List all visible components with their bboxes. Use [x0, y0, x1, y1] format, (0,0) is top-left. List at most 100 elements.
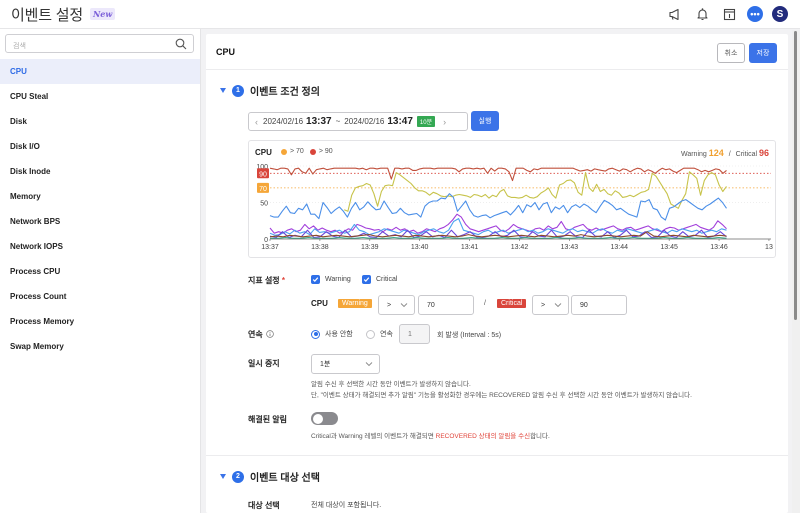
- caret-down-icon[interactable]: [220, 88, 226, 93]
- checkbox-checked-icon[interactable]: [311, 275, 320, 284]
- x-tick-label: 13: [765, 244, 773, 251]
- resolved-alert-help: Critical과 Warning 레벨의 이벤트가 해결되면 RECOVERE…: [311, 430, 550, 440]
- metric-nav: CPU CPU Steal Disk Disk I/O Disk Inode M…: [0, 59, 200, 359]
- critical-count: 96: [758, 148, 769, 158]
- chart-stats: Warning 124 / Critical 96: [681, 148, 769, 158]
- x-tick-label: 13:39: [361, 244, 379, 251]
- save-button[interactable]: 저장: [749, 43, 777, 63]
- sidebar-item-disk[interactable]: Disk: [0, 109, 200, 134]
- x-tick-label: 13:43: [561, 244, 579, 251]
- consecutive-on-label: 연속: [380, 331, 393, 338]
- duration-badge: 10분: [416, 116, 436, 127]
- cancel-button[interactable]: 취소: [717, 43, 745, 63]
- stats-separator: /: [728, 151, 731, 158]
- end-date: 2024/02/16: [344, 117, 385, 126]
- x-tick-label: 13:37: [261, 244, 279, 251]
- search-input[interactable]: [6, 38, 166, 55]
- consecutive-on-radio[interactable]: 연속: [366, 329, 393, 339]
- consecutive-off-radio[interactable]: 사용 안함: [311, 329, 353, 339]
- sidebar-item-network-bps[interactable]: Network BPS: [0, 209, 200, 234]
- megaphone-icon[interactable]: [666, 5, 684, 23]
- end-time: 13:47: [387, 116, 413, 127]
- threshold-tag-label: 70: [259, 186, 267, 193]
- search-box: [5, 34, 194, 55]
- bell-icon[interactable]: [693, 5, 711, 23]
- sidebar-item-process-memory[interactable]: Process Memory: [0, 309, 200, 334]
- section-title: 이벤트 대상 선택: [250, 473, 320, 484]
- chevron-down-icon: [365, 360, 373, 370]
- warning-checkbox[interactable]: Warning: [311, 275, 351, 284]
- y-tick-label: 50: [260, 201, 268, 208]
- consecutive-count-input[interactable]: [399, 324, 430, 344]
- resolved-alert-label: 해결된 알림: [248, 415, 288, 424]
- header-icons: ••• S: [666, 5, 788, 23]
- date-range-picker[interactable]: ‹ 2024/02/16 13:37 ~ 2024/02/16 13:47 10…: [248, 112, 468, 131]
- section-condition-header[interactable]: 1 이벤트 조건 정의: [220, 83, 320, 98]
- legend-critical-dot: [309, 148, 316, 155]
- pause-label: 일시 중지: [248, 359, 280, 368]
- next-range-icon[interactable]: ›: [443, 117, 446, 127]
- critical-tag: Critical: [497, 299, 527, 308]
- x-tick-label: 13:45: [660, 244, 678, 251]
- prev-range-icon[interactable]: ‹: [255, 117, 258, 127]
- sidebar-item-network-iops[interactable]: Network IOPS: [0, 234, 200, 259]
- chart-title: CPU: [255, 148, 272, 157]
- top-header: 이벤트 설정 New ••• S: [0, 0, 800, 29]
- threshold-separator: /: [484, 300, 486, 307]
- x-tick-label: 13:40: [411, 244, 429, 251]
- section-title: 이벤트 조건 정의: [250, 87, 320, 98]
- chevron-down-icon: [400, 301, 408, 311]
- x-tick-label: 13:46: [710, 244, 728, 251]
- run-button[interactable]: 실행: [471, 111, 499, 131]
- sidebar-item-cpu[interactable]: CPU: [0, 59, 200, 84]
- search-icon[interactable]: [175, 37, 187, 55]
- sidebar-item-cpu-steal[interactable]: CPU Steal: [0, 84, 200, 109]
- metric-name: CPU: [311, 299, 328, 308]
- resolved-help-highlight: RECOVERED 상태의 알림을 수신: [435, 433, 531, 440]
- start-time: 13:37: [306, 116, 332, 127]
- resolved-help-post: 합니다.: [530, 433, 550, 440]
- calendar-icon[interactable]: [720, 5, 738, 23]
- scrollbar-thumb[interactable]: [794, 31, 797, 320]
- radio-unselected-icon[interactable]: [366, 329, 375, 339]
- warning-count: 124: [708, 148, 724, 158]
- warning-operator-select[interactable]: >: [378, 295, 415, 315]
- required-mark: *: [281, 276, 286, 285]
- warning-threshold-input[interactable]: [418, 295, 474, 315]
- checkbox-checked-icon[interactable]: [362, 275, 371, 284]
- pause-help-1: 알림 수신 후 선택한 시간 동안 이벤트가 발생하지 않습니다.: [311, 381, 471, 388]
- metric-setting-text: 지표 설정: [248, 276, 280, 285]
- sidebar-item-memory[interactable]: Memory: [0, 184, 200, 209]
- consecutive-suffix: 회 발생 (Interval : 5s): [437, 332, 502, 339]
- warning-label: Warning: [680, 151, 707, 158]
- critical-operator-select[interactable]: >: [532, 295, 569, 315]
- resolved-help-pre: Critical과 Warning 레벨의 이벤트가 해결되면: [311, 433, 436, 440]
- start-date: 2024/02/16: [263, 117, 304, 126]
- sidebar-item-process-count[interactable]: Process Count: [0, 284, 200, 309]
- series-line-host-olive: [343, 171, 727, 212]
- critical-checkbox-label: Critical: [376, 276, 398, 283]
- x-tick-label: 13:41: [461, 244, 479, 251]
- avatar[interactable]: S: [772, 6, 788, 22]
- range-separator: ~: [335, 117, 341, 126]
- chart-canvas: 050100907013:37 13:38 13:39 13:40 13:41 13:42…: [256, 164, 773, 251]
- critical-label: Critical: [735, 151, 758, 158]
- sidebar-item-disk-inode[interactable]: Disk Inode: [0, 159, 200, 184]
- sidebar-item-swap-memory[interactable]: Swap Memory: [0, 334, 200, 359]
- consecutive-label: 연속: [248, 329, 274, 340]
- critical-threshold-input[interactable]: [571, 295, 627, 315]
- resolved-alert-toggle[interactable]: [311, 412, 338, 425]
- info-icon[interactable]: [265, 329, 274, 340]
- threshold-tag-label: 90: [259, 171, 267, 178]
- cpu-chart: 0 50 100 90 70 13:37 13:38 13:39 13:40 13:41 13:42…: [248, 140, 776, 258]
- chart-legend: > 70 > 90: [281, 148, 333, 155]
- caret-down-icon[interactable]: [220, 474, 226, 479]
- section-target-header[interactable]: 2 이벤트 대상 선택: [220, 469, 320, 484]
- critical-checkbox[interactable]: Critical: [362, 275, 397, 284]
- chat-icon[interactable]: •••: [747, 6, 763, 22]
- step-badge: 1: [232, 84, 244, 97]
- pause-duration-select[interactable]: 1분: [311, 354, 380, 374]
- sidebar-item-disk-io[interactable]: Disk I/O: [0, 134, 200, 159]
- sidebar-item-process-cpu[interactable]: Process CPU: [0, 259, 200, 284]
- radio-selected-icon[interactable]: [311, 329, 320, 339]
